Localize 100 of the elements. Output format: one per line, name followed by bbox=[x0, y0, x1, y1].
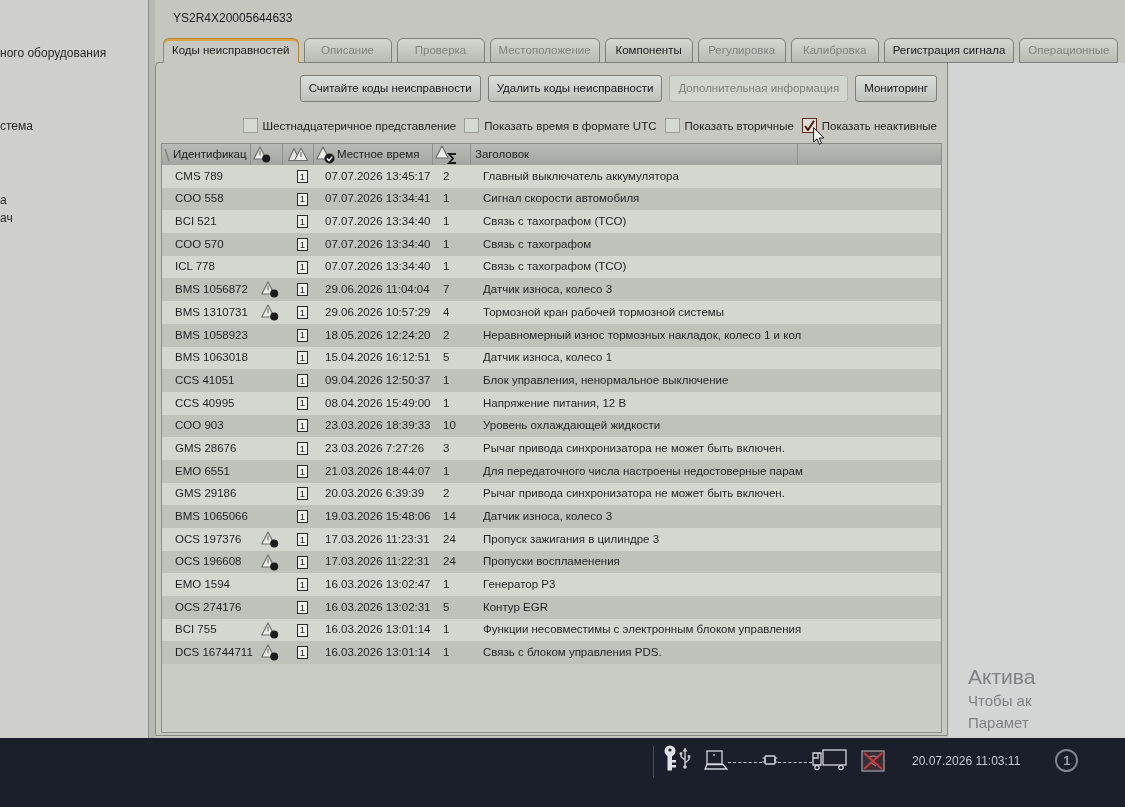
table-cell: 08.04.2026 15:49:00 bbox=[325, 396, 431, 409]
table-row[interactable]: BMS 1058923 1 18.05.2026 12:24:20 2 Неравномерный износ тормозных накладок, колесо 1 и кол bbox=[162, 323, 941, 347]
column-header[interactable]: Идентификац bbox=[173, 145, 247, 164]
table-cell: 1 bbox=[443, 578, 450, 591]
table-cell: Рычаг привода синхронизатора не может быть включен. bbox=[483, 487, 785, 500]
table-cell: 1 bbox=[443, 373, 450, 386]
table-row[interactable]: BCI 755 1 16.03.2026 13:01:14 1 Функции несовместимы с электронным блоком управления bbox=[162, 618, 941, 642]
table-cell: Связь с тахографом (TCO) bbox=[483, 260, 627, 273]
warning-dot-icon bbox=[261, 553, 279, 571]
table-cell: Для передаточного числа настроены недостоверные парам bbox=[483, 464, 803, 477]
checkbox-label[interactable]: Показать время в формате UTC bbox=[484, 118, 657, 133]
table-row[interactable]: BCI 521 1 07.07.2026 13:34:40 1 Связь с тахографом (TCO) bbox=[162, 210, 941, 234]
number-tag: 1 bbox=[297, 192, 308, 206]
table-row[interactable]: EMO 1594 1 16.03.2026 13:02:47 1 Генератор Р3 bbox=[162, 573, 941, 597]
table-cell: EMO 6551 bbox=[175, 464, 230, 477]
table-cell: ICL 778 bbox=[175, 260, 215, 273]
table-row[interactable]: COO 570 1 07.07.2026 13:34:40 1 Связь с тахографом bbox=[162, 233, 941, 256]
sidebar-item[interactable]: а bbox=[0, 193, 7, 208]
table-cell: GMS 29186 bbox=[175, 487, 237, 500]
column-header[interactable]: Заголовок bbox=[475, 145, 530, 164]
number-tag: 1 bbox=[297, 374, 308, 388]
column-header[interactable]: Местное время bbox=[337, 145, 420, 164]
number-tag: 1 bbox=[297, 578, 308, 592]
table-cell: CCS 40995 bbox=[175, 396, 235, 409]
notification-badge[interactable]: 1 bbox=[1055, 749, 1079, 772]
table-row[interactable]: ICL 778 1 07.07.2026 13:34:40 1 Связь с тахографом (TCO) bbox=[162, 255, 941, 279]
tab[interactable]: Регистрация сигнала bbox=[883, 38, 1015, 63]
number-tag: 1 bbox=[297, 646, 308, 660]
table-row[interactable]: OCS 197376 1 17.03.2026 11:23:31 24 Пропуск зажигания в цилиндре 3 bbox=[162, 528, 941, 551]
table-row[interactable]: BMS 1065066 1 19.03.2026 15:48:06 14 Датчик износа, колесо 3 bbox=[162, 505, 941, 528]
warning-dot-icon bbox=[261, 530, 279, 548]
table-row[interactable]: COO 903 1 23.03.2026 18:39:33 10 Уровень охлаждающей жидкости bbox=[162, 414, 941, 438]
checkbox-label[interactable]: Показать неактивные bbox=[821, 118, 937, 133]
table-cell: COO 570 bbox=[175, 237, 224, 250]
toolbar-button[interactable]: Удалить коды неисправности bbox=[487, 75, 663, 102]
table-row[interactable]: COO 558 1 07.07.2026 13:34:41 1 Сигнал скорости автомобиля bbox=[162, 187, 941, 211]
table-cell: 5 bbox=[443, 351, 450, 364]
checkbox[interactable] bbox=[242, 118, 258, 133]
number-tag: 1 bbox=[297, 510, 308, 524]
table-cell: BMS 1058923 bbox=[175, 328, 248, 341]
splitter-bar[interactable] bbox=[148, 0, 155, 738]
table-cell: Уровень охлаждающей жидкости bbox=[483, 419, 661, 432]
column-grip-icon[interactable] bbox=[164, 147, 170, 162]
connection-line bbox=[778, 761, 812, 763]
table-row[interactable]: CCS 41051 1 09.04.2026 12:50:37 1 Блок управления, ненормальное выключение bbox=[162, 369, 941, 392]
table-cell: 09.04.2026 12:50:37 bbox=[325, 373, 431, 386]
table-cell: Неравномерный износ тормозных накладок, колесо 1 и кол bbox=[483, 328, 802, 341]
number-tag: 1 bbox=[297, 555, 308, 569]
table-cell: 07.07.2026 13:45:17 bbox=[325, 169, 431, 182]
toolbar-button[interactable]: Считайте коды неисправности bbox=[299, 75, 481, 102]
table-cell: 1 bbox=[443, 215, 450, 228]
double-triangle-icon bbox=[288, 147, 308, 162]
checkbox-label[interactable]: Показать вторичные bbox=[684, 118, 794, 133]
table-cell: 24 bbox=[443, 532, 456, 545]
table-row[interactable]: CMS 789 1 07.07.2026 13:45:17 2 Главный выключатель аккумулятора bbox=[162, 165, 941, 188]
table-cell: Главный выключатель аккумулятора bbox=[483, 169, 679, 182]
checkbox[interactable] bbox=[801, 118, 817, 133]
toolbar-button[interactable]: Мониторинг bbox=[855, 75, 937, 102]
table-cell: Рычаг привода синхронизатора не может быть включен. bbox=[483, 441, 785, 454]
table-cell: 2 bbox=[443, 169, 450, 182]
table-row[interactable]: GMS 29186 1 20.03.2026 6:39:39 2 Рычаг привода синхронизатора не может быть включен. bbox=[162, 482, 941, 506]
warning-dot-icon bbox=[261, 644, 279, 662]
sidebar-item[interactable]: ного оборудования bbox=[0, 46, 107, 61]
table-cell: 5 bbox=[443, 600, 450, 613]
number-tag: 1 bbox=[297, 623, 308, 637]
checkmark-icon bbox=[803, 120, 815, 131]
table-cell: 2 bbox=[443, 487, 450, 500]
table-row[interactable]: BMS 1310731 1 29.06.2026 10:57:29 4 Тормозной кран рабочей тормозной системы bbox=[162, 301, 941, 324]
table-row[interactable]: GMS 28676 1 23.03.2026 7:27:26 3 Рычаг привода синхронизатора не может быть включен. bbox=[162, 437, 941, 460]
table-row[interactable]: DCS 16744711 1 16.03.2026 13:01:14 1 Связь с блоком управления PDS. bbox=[162, 641, 941, 665]
table-cell: 29.06.2026 10:57:29 bbox=[325, 305, 431, 318]
table-cell: 16.03.2026 13:01:14 bbox=[325, 646, 431, 659]
table-cell: 24 bbox=[443, 555, 456, 568]
table-cell: EMO 1594 bbox=[175, 578, 230, 591]
checkbox[interactable] bbox=[664, 118, 680, 133]
table-row[interactable]: CCS 40995 1 08.04.2026 15:49:00 1 Напряжение питания, 12 В bbox=[162, 391, 941, 415]
warning-dot-icon bbox=[261, 621, 279, 639]
sidebar-item[interactable]: ач bbox=[0, 211, 13, 226]
number-tag: 1 bbox=[297, 464, 308, 478]
table-cell: BMS 1063018 bbox=[175, 351, 248, 364]
table-cell: OCS 196608 bbox=[175, 555, 242, 568]
key-icon bbox=[663, 745, 677, 771]
table-cell: 16.03.2026 13:01:14 bbox=[325, 623, 431, 636]
table-row[interactable]: OCS 274176 1 16.03.2026 13:02:31 5 Контур EGR bbox=[162, 596, 941, 619]
truck-icon bbox=[812, 749, 848, 771]
tab[interactable]: Компоненты bbox=[604, 38, 693, 63]
tab[interactable]: Коды неисправностей bbox=[163, 38, 299, 63]
checkbox-label[interactable]: Шестнадцатеричное представление bbox=[262, 118, 457, 133]
table-cell: BCI 755 bbox=[175, 623, 217, 636]
table-row[interactable]: EMO 6551 1 21.03.2026 18:44:07 1 Для передаточного числа настроены недостоверные парам bbox=[162, 459, 941, 483]
sidebar-item[interactable]: стема bbox=[0, 119, 33, 134]
number-tag: 1 bbox=[297, 442, 308, 456]
table-row[interactable]: BMS 1063018 1 15.04.2026 16:12:51 5 Датчик износа, колесо 1 bbox=[162, 346, 941, 370]
number-tag: 1 bbox=[297, 487, 308, 501]
table-cell: Блок управления, ненормальное выключение bbox=[483, 373, 729, 386]
table-row[interactable]: BMS 1056872 1 29.06.2026 11:04:04 7 Датчик износа, колесо 3 bbox=[162, 278, 941, 302]
checkbox[interactable] bbox=[464, 118, 480, 133]
table-row[interactable]: OCS 196608 1 17.03.2026 11:22:31 24 Пропуски воспламенения bbox=[162, 550, 941, 574]
table-cell: BMS 1310731 bbox=[175, 305, 248, 318]
table-cell: 19.03.2026 15:48:06 bbox=[325, 510, 431, 523]
